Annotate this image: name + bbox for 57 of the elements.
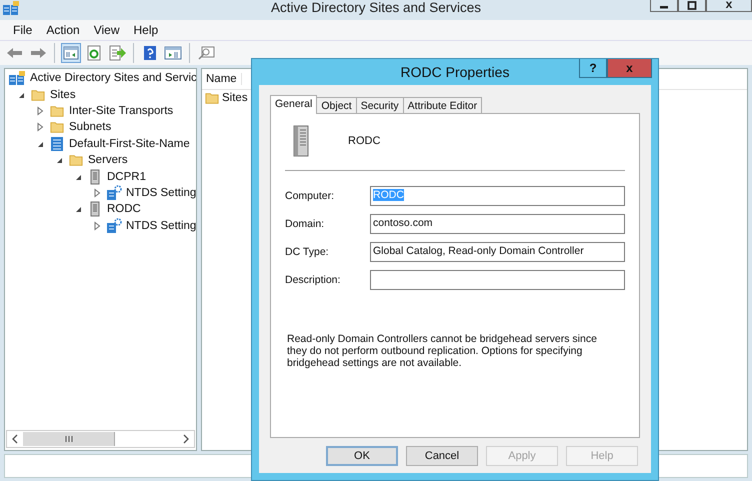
dialog-button[interactable]: Cancel bbox=[406, 446, 478, 466]
tab[interactable]: General bbox=[270, 95, 318, 114]
window-title: Active Directory Sites and Services bbox=[270, 0, 482, 16]
tree-item[interactable]: DCPR1 bbox=[105, 170, 146, 183]
input-field[interactable]: Global Catalog, Read-only Domain Controller bbox=[370, 242, 625, 262]
tab[interactable]: Attribute Editor bbox=[402, 97, 482, 113]
expand-arrow-icon[interactable] bbox=[92, 220, 102, 231]
info-text: Read-only Domain Controllers cannot be bridgehead servers since they do not perform outbound replication. Options for specifying bridgehead settings are not available. bbox=[287, 333, 598, 369]
settings-icon bbox=[106, 218, 122, 234]
expand-arrow-icon[interactable] bbox=[35, 122, 45, 132]
input-field[interactable] bbox=[370, 270, 625, 290]
expand-arrow-icon[interactable] bbox=[35, 106, 45, 116]
tree-item[interactable]: Inter-Site Transports bbox=[67, 104, 174, 117]
tree-item[interactable]: Default-First-Site-Name bbox=[67, 138, 190, 150]
maximize-icon bbox=[686, 0, 698, 10]
folder-icon bbox=[68, 153, 84, 168]
close-button[interactable]: x bbox=[706, 0, 752, 12]
field-label: Description: bbox=[285, 274, 342, 286]
tree-item[interactable]: Servers bbox=[86, 154, 128, 166]
expand-arrow-icon[interactable] bbox=[92, 188, 102, 198]
horizontal-scrollbar[interactable] bbox=[6, 430, 195, 448]
dialog-title: RODC Properties bbox=[400, 64, 510, 80]
object-name: RODC bbox=[348, 135, 380, 147]
folder-icon bbox=[30, 88, 46, 102]
settings-icon bbox=[106, 184, 122, 201]
console-tree-icon[interactable] bbox=[61, 43, 81, 63]
input-field[interactable]: contoso.com bbox=[370, 214, 625, 234]
field-label: Domain: bbox=[285, 218, 326, 230]
help-button[interactable]: ? bbox=[579, 59, 607, 78]
ok-button[interactable]: OK bbox=[326, 446, 398, 466]
minimize-icon bbox=[660, 6, 668, 9]
tab[interactable]: Security bbox=[356, 97, 404, 113]
site-icon bbox=[49, 136, 65, 152]
column-header[interactable]: Name bbox=[202, 73, 242, 85]
minimize-button[interactable] bbox=[650, 0, 678, 12]
tree-item[interactable]: Subnets bbox=[67, 121, 112, 134]
folder-icon bbox=[49, 104, 65, 118]
export-list-icon[interactable] bbox=[107, 43, 127, 63]
field-label: DC Type: bbox=[285, 246, 330, 258]
menu-item[interactable]: File bbox=[6, 21, 40, 39]
field-label: Computer: bbox=[285, 190, 336, 202]
menu-item[interactable]: Help bbox=[126, 21, 166, 39]
folder-icon bbox=[204, 91, 220, 106]
server-icon bbox=[291, 125, 311, 157]
tree-item[interactable]: Sites bbox=[48, 88, 76, 101]
menu-item[interactable]: View bbox=[86, 21, 126, 39]
maximize-button[interactable] bbox=[678, 0, 706, 12]
tree-item[interactable]: RODC bbox=[105, 203, 141, 216]
close-button[interactable]: x bbox=[607, 59, 652, 78]
sites-services-icon bbox=[8, 70, 26, 86]
tree-item[interactable]: NTDS Setting bbox=[124, 220, 196, 232]
menu-item[interactable]: Action bbox=[39, 21, 87, 39]
list-item[interactable]: Sites bbox=[220, 92, 248, 104]
grip-icon[interactable] bbox=[62, 435, 74, 443]
tab[interactable]: Object bbox=[316, 97, 357, 113]
folder-icon bbox=[49, 120, 65, 134]
tree-item[interactable]: NTDS Setting bbox=[124, 186, 196, 199]
